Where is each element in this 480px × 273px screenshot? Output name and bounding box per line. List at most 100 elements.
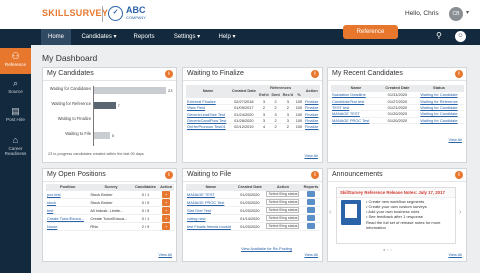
view-all-link[interactable]: View All — [304, 252, 318, 257]
view-all-link[interactable]: View All — [304, 153, 318, 158]
candidate-name-link[interactable]: MANAGE PROC Test — [331, 117, 381, 125]
sidebar-item-post-hire[interactable]: ▤ Post Hire — [0, 106, 31, 128]
filing-status-select[interactable]: Select filing status — [266, 190, 300, 198]
open-positions-panel: My Open Positions i Position Survey Cand… — [42, 168, 177, 262]
table-row: MANAGE PROC Test 01/20/2020 Waiting for Ca… — [331, 117, 464, 125]
finalize-link[interactable]: Finalize — [303, 123, 320, 131]
position-link[interactable]: Nurse — [46, 222, 90, 231]
report-icon[interactable] — [306, 206, 315, 213]
candidate-name-link[interactable]: MANAGE TEST — [186, 190, 236, 199]
pipeline-bar[interactable] — [94, 87, 166, 94]
pipeline-bar[interactable] — [94, 132, 110, 139]
status-link[interactable]: Waiting for Reference — [413, 97, 464, 105]
pipeline-label: Waiting for Reference — [51, 101, 91, 106]
view-all-link[interactable]: View All — [158, 252, 172, 257]
search-icon[interactable]: ⚲ — [436, 31, 442, 40]
panel-title: My Open Positions — [47, 171, 106, 178]
table-row: test Finalis friends bookid 01/20/2020 Sel… — [186, 222, 320, 231]
filing-status-select[interactable]: Select filing status — [266, 222, 300, 230]
user-icon[interactable]: ☺ — [455, 31, 466, 42]
sidebar-item-label: Career Readiness — [4, 146, 27, 156]
action-cell: Select filing status — [263, 206, 302, 215]
status-link[interactable]: Waiting for Candidate — [413, 91, 464, 99]
panel-title: Announcements — [332, 171, 383, 178]
candidate-name-link[interactable]: GenericCandFlow Test — [186, 117, 231, 125]
info-icon[interactable]: i — [165, 171, 173, 179]
candidate-name-link[interactable]: voting new — [186, 214, 236, 223]
pipeline-row[interactable]: Waiting for Candidates 23 — [43, 86, 193, 96]
position-link[interactable]: test — [46, 206, 90, 215]
chevron-right-icon[interactable]: › — [459, 209, 461, 216]
action-cell: + — [158, 222, 174, 231]
reposting-link[interactable]: View Available for Re-Posting — [241, 246, 292, 251]
finalize-link[interactable]: Finalize — [303, 104, 320, 112]
nav-settings[interactable]: Settings ▾ — [169, 29, 205, 45]
filing-status-select[interactable]: Select filing status — [266, 198, 300, 206]
report-icon[interactable] — [306, 214, 315, 221]
add-candidate-icon[interactable]: + — [162, 214, 171, 222]
col-received: Rec'd — [281, 91, 295, 99]
release-notes-link[interactable]: Read the full set of release notes for m… — [366, 220, 454, 230]
report-icon[interactable] — [306, 198, 315, 205]
add-candidate-icon[interactable]: + — [162, 198, 171, 206]
table-cell: 0 / 1 — [132, 214, 159, 223]
finalize-link[interactable]: Finalize — [303, 117, 320, 125]
add-candidate-icon[interactable]: + — [162, 222, 171, 230]
recent-candidates-table: Name Created Date Status Salutation Dead… — [331, 85, 464, 125]
pipeline-bar[interactable] — [94, 102, 116, 109]
view-all-link[interactable]: View All — [448, 252, 462, 257]
table-cell: 01/14/2020 — [235, 214, 264, 223]
finalize-table: Name Created Date References Action Ent'… — [186, 85, 320, 131]
position-link[interactable]: pos test — [46, 190, 90, 199]
info-icon[interactable]: i — [455, 171, 463, 179]
filing-status-select[interactable]: Select filing status — [266, 214, 300, 222]
my-candidates-panel: My Candidates i Waiting for Candidates 23… — [42, 67, 177, 163]
add-candidate-icon[interactable]: + — [162, 206, 171, 214]
view-all-link[interactable]: View All — [448, 137, 462, 142]
sidebar-item-source[interactable]: ⌕ Source — [0, 78, 31, 100]
candidate-name-link[interactable]: Staf Grer Test — [186, 206, 236, 215]
candidate-name-link[interactable]: GenericLeadSize Test — [186, 110, 231, 118]
pipeline-row[interactable]: Waiting for Reference 7 — [43, 101, 193, 111]
info-icon[interactable]: i — [455, 70, 463, 78]
col-position: Position — [46, 184, 90, 191]
candidate-name-link[interactable]: OnHerPronoun Test01 — [186, 123, 231, 131]
info-icon[interactable]: i — [165, 70, 173, 78]
nav-home[interactable]: Home — [41, 29, 71, 45]
candidate-name-link[interactable]: MANAGE PROC Test — [186, 198, 236, 207]
pipeline-label: Waiting for Candidates — [49, 86, 91, 91]
position-link[interactable]: stock — [46, 198, 90, 207]
table-row: Nurse RNs 2 / 9 + — [46, 222, 174, 231]
nav-reports[interactable]: Reports — [129, 29, 159, 45]
report-icon[interactable] — [306, 222, 315, 229]
greeting: Hello, Chris — [405, 10, 439, 17]
chevron-down-icon[interactable]: ▾ — [466, 9, 469, 16]
finalize-link[interactable]: Finalize — [303, 98, 320, 106]
reports-cell — [301, 198, 320, 207]
info-icon[interactable]: i — [311, 70, 319, 78]
skillsurvey-logo[interactable]: SKILLSURVEY — [42, 8, 108, 18]
chevron-left-icon[interactable]: ‹ — [329, 209, 331, 216]
pipeline-row[interactable]: Waiting to Finalize — [43, 116, 193, 126]
nav-candidates[interactable]: Candidates ▾ — [79, 29, 119, 45]
status-link[interactable]: Waiting for Candidate — [413, 110, 464, 118]
filing-status-select[interactable]: Select filing status — [266, 206, 300, 214]
panel-header: Waiting to File i — [183, 169, 322, 182]
carousel-dots[interactable]: ● ○ ○ — [383, 247, 392, 252]
add-candidate-icon[interactable]: + — [162, 190, 171, 198]
people-icon: ⚇ — [11, 51, 20, 61]
status-link[interactable]: Waiting for Candidate — [413, 117, 464, 125]
sidebar-item-career-readiness[interactable]: ⌂ Career Readiness — [0, 135, 31, 163]
position-link[interactable]: Create Tutor/Educa... — [46, 214, 90, 223]
report-icon[interactable] — [306, 190, 315, 197]
sidebar-item-reference[interactable]: ⚇ Reference — [0, 48, 31, 74]
candidate-name-link[interactable]: test Finalis friends bookid — [186, 222, 236, 231]
info-icon[interactable]: i — [311, 171, 319, 179]
status-link[interactable]: Waiting for Candidate — [413, 104, 464, 112]
table-row: MANAGE TEST 01/20/2020 Select filing statu… — [186, 190, 320, 199]
reference-button[interactable]: Reference — [343, 25, 398, 39]
finalize-link[interactable]: Finalize — [303, 110, 320, 118]
pipeline-row[interactable]: Waiting to File 5 — [43, 131, 193, 141]
nav-help[interactable]: Help ▾ — [213, 29, 241, 45]
avatar[interactable]: CB — [449, 7, 463, 21]
